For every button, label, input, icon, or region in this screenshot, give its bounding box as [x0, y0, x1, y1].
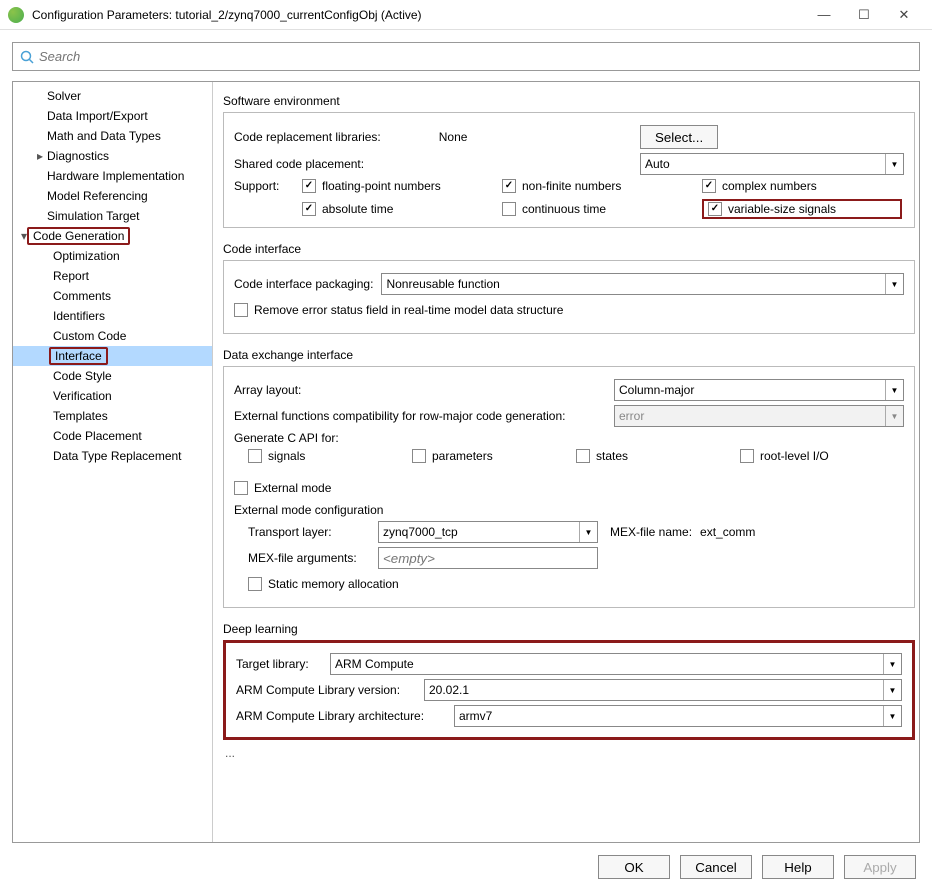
- tree-item-diagnostics[interactable]: ▸Diagnostics: [13, 146, 212, 166]
- content-pane: Software environment Code replacement li…: [213, 82, 919, 842]
- mexname-label: MEX-file name:: [610, 525, 692, 539]
- tree-item-solver[interactable]: Solver: [13, 86, 212, 106]
- mexargs-input[interactable]: [378, 547, 598, 569]
- arm-ver-select[interactable]: 20.02.1▼: [424, 679, 902, 701]
- opt-extmode[interactable]: External mode: [234, 477, 904, 499]
- panel-dataex: Array layout: Column-major▼ External fun…: [223, 366, 915, 608]
- close-button[interactable]: ✕: [884, 3, 924, 27]
- opt-abstime[interactable]: absolute time: [302, 202, 502, 216]
- tree-item-simulation-target[interactable]: Simulation Target: [13, 206, 212, 226]
- tree-item-math-and-data-types[interactable]: Math and Data Types: [13, 126, 212, 146]
- opt-remove-err[interactable]: Remove error status field in real-time m…: [234, 299, 904, 321]
- extfn-select: error▼: [614, 405, 904, 427]
- code-repl-label: Code replacement libraries:: [234, 130, 381, 144]
- section-title-codeif: Code interface: [223, 242, 915, 256]
- genc-label: Generate C API for:: [234, 431, 904, 445]
- tree-item-verification[interactable]: Verification: [13, 386, 212, 406]
- pkg-select[interactable]: Nonreusable function▼: [381, 273, 904, 295]
- tree-item-optimization[interactable]: Optimization: [13, 246, 212, 266]
- tree-item-identifiers[interactable]: Identifiers: [13, 306, 212, 326]
- tree-item-comments[interactable]: Comments: [13, 286, 212, 306]
- nav-tree: SolverData Import/ExportMath and Data Ty…: [13, 82, 213, 842]
- tree-item-report[interactable]: Report: [13, 266, 212, 286]
- tree-item-interface[interactable]: Interface: [13, 346, 212, 366]
- select-libraries-button[interactable]: Select...: [640, 125, 718, 149]
- opt-float[interactable]: floating-point numbers: [302, 179, 502, 193]
- mexname-value: ext_comm: [700, 525, 755, 539]
- capi-states[interactable]: states: [576, 449, 740, 463]
- panel-softenv: Code replacement libraries: None Select.…: [223, 112, 915, 228]
- tree-item-code-generation[interactable]: ▾Code Generation: [13, 226, 212, 246]
- capi-root[interactable]: root-level I/O: [740, 449, 904, 463]
- section-title-deep: Deep learning: [223, 622, 915, 636]
- opt-varsize[interactable]: variable-size signals: [702, 199, 902, 219]
- array-select[interactable]: Column-major▼: [614, 379, 904, 401]
- mexargs-label: MEX-file arguments:: [248, 551, 370, 565]
- arm-arch-select[interactable]: armv7▼: [454, 705, 902, 727]
- opt-static-alloc[interactable]: Static memory allocation: [248, 573, 904, 595]
- opt-complex[interactable]: complex numbers: [702, 179, 902, 193]
- extmode-cfg-label: External mode configuration: [234, 503, 904, 517]
- panel-deeplearning: Target library: ARM Compute▼ ARM Compute…: [223, 640, 915, 740]
- panel-codeif: Code interface packaging: Nonreusable fu…: [223, 260, 915, 334]
- app-icon: [8, 7, 24, 23]
- shared-code-label: Shared code placement:: [234, 157, 364, 171]
- tree-item-data-import-export[interactable]: Data Import/Export: [13, 106, 212, 126]
- target-lib-select[interactable]: ARM Compute▼: [330, 653, 902, 675]
- capi-signals[interactable]: signals: [248, 449, 412, 463]
- capi-params[interactable]: parameters: [412, 449, 576, 463]
- opt-contime[interactable]: continuous time: [502, 202, 702, 216]
- transport-label: Transport layer:: [248, 525, 370, 539]
- maximize-button[interactable]: ☐: [844, 3, 884, 27]
- code-repl-value: None: [439, 130, 468, 144]
- titlebar: Configuration Parameters: tutorial_2/zyn…: [0, 0, 932, 30]
- array-label: Array layout:: [234, 383, 301, 397]
- window-title: Configuration Parameters: tutorial_2/zyn…: [32, 8, 804, 22]
- tree-item-data-type-replacement[interactable]: Data Type Replacement: [13, 446, 212, 466]
- tree-item-model-referencing[interactable]: Model Referencing: [13, 186, 212, 206]
- tree-item-code-placement[interactable]: Code Placement: [13, 426, 212, 446]
- arm-ver-label: ARM Compute Library version:: [236, 683, 416, 697]
- ok-button[interactable]: OK: [598, 855, 670, 879]
- extfn-label: External functions compatibility for row…: [234, 409, 566, 423]
- tree-item-templates[interactable]: Templates: [13, 406, 212, 426]
- tree-item-code-style[interactable]: Code Style: [13, 366, 212, 386]
- help-button[interactable]: Help: [762, 855, 834, 879]
- support-label: Support:: [234, 179, 294, 193]
- pkg-label: Code interface packaging:: [234, 277, 373, 291]
- search-icon: [19, 49, 35, 65]
- transport-select[interactable]: zynq7000_tcp▼: [378, 521, 598, 543]
- opt-nonfinite[interactable]: non-finite numbers: [502, 179, 702, 193]
- search-input[interactable]: [35, 45, 913, 68]
- minimize-button[interactable]: —: [804, 3, 844, 27]
- more-config-ellipsis[interactable]: ...: [225, 746, 915, 760]
- target-lib-label: Target library:: [236, 657, 322, 671]
- arm-arch-label: ARM Compute Library architecture:: [236, 709, 446, 723]
- search-wrap[interactable]: [12, 42, 920, 71]
- apply-button[interactable]: Apply: [844, 855, 916, 879]
- tree-item-hardware-implementation[interactable]: Hardware Implementation: [13, 166, 212, 186]
- chevron-icon: ▸: [35, 149, 45, 163]
- section-title-softenv: Software environment: [223, 94, 915, 108]
- tree-item-custom-code[interactable]: Custom Code: [13, 326, 212, 346]
- cancel-button[interactable]: Cancel: [680, 855, 752, 879]
- shared-code-select[interactable]: Auto▼: [640, 153, 904, 175]
- section-title-dataex: Data exchange interface: [223, 348, 915, 362]
- dialog-footer: OK Cancel Help Apply: [0, 843, 932, 879]
